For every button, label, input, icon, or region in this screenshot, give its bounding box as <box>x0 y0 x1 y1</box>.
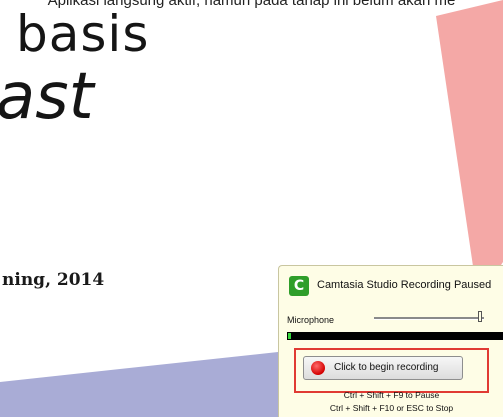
camtasia-logo-icon: C <box>289 276 309 296</box>
recorder-title: Camtasia Studio Recording Paused <box>317 279 492 291</box>
slide-title-fragment-2: ast <box>0 60 94 134</box>
stop-hint: Ctrl + Shift + F10 or ESC to Stop <box>329 403 454 413</box>
microphone-label: Microphone <box>287 315 335 325</box>
blue-shape <box>0 352 278 417</box>
begin-recording-button[interactable]: Click to begin recording <box>303 356 463 380</box>
slide-title-fragment-1: basis <box>16 5 150 63</box>
record-dot-icon <box>311 361 325 375</box>
pause-hint: Ctrl + Shift + F9 to Pause <box>343 390 440 400</box>
audio-level-meter <box>287 332 503 340</box>
recording-panel: C Camtasia Studio Recording Paused Micro… <box>278 265 503 417</box>
begin-recording-label: Click to begin recording <box>334 362 439 373</box>
microphone-slider-track[interactable] <box>374 317 484 320</box>
slide-date: ning, 2014 <box>2 270 105 290</box>
microphone-slider-thumb[interactable] <box>478 311 482 322</box>
audio-level-fill <box>288 333 291 339</box>
pink-shape <box>436 0 503 300</box>
